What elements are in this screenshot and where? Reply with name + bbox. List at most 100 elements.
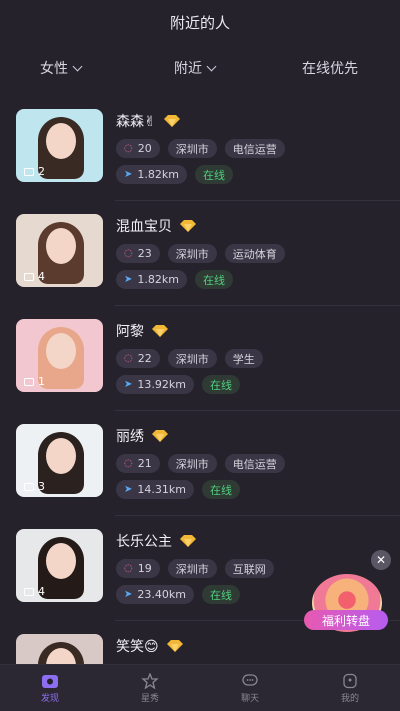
avatar-face	[46, 123, 76, 159]
user-name: 森森✌	[116, 114, 156, 130]
gender-filter[interactable]: 女性	[40, 58, 83, 78]
user-name: 长乐公主	[116, 534, 172, 550]
city-text: 深圳市	[175, 352, 209, 366]
message-count-badge: ◌ 23	[116, 244, 160, 263]
online-status-badge: 在线	[201, 480, 240, 499]
city-text: 深圳市	[175, 142, 209, 156]
avatar[interactable]: 3	[16, 424, 103, 497]
user-name: 丽绣	[116, 429, 144, 445]
user-row[interactable]: 2 森森✌ ◌ 20 深圳市 电信运营 ➤ 1.82km 在线	[0, 96, 400, 201]
chat-bubble-icon: ◌	[124, 353, 133, 364]
message-count: 22	[137, 352, 152, 365]
user-row[interactable]: 1 阿黎 ◌ 22 深圳市 学生 ➤ 13.92km 在线	[0, 306, 400, 411]
message-count-badge: ◌ 21	[116, 454, 160, 473]
chevron-down-icon	[72, 61, 83, 71]
avatar[interactable]: 2	[16, 109, 103, 182]
distance-text: 1.82km	[137, 168, 179, 181]
vip-diamond-icon	[180, 535, 196, 547]
distance-badge: ➤ 1.82km	[116, 165, 187, 184]
job-text: 电信运营	[232, 142, 277, 156]
photo-count: 3	[24, 480, 45, 493]
status-text: 在线	[202, 273, 225, 287]
image-icon	[24, 482, 34, 491]
avatar-face	[46, 438, 76, 474]
user-row[interactable]: 4 混血宝贝 ◌ 23 深圳市 运动体育 ➤ 1.82km 在线	[0, 201, 400, 306]
star-icon	[141, 672, 159, 689]
job-text: 学生	[232, 352, 255, 366]
gender-filter-label: 女性	[40, 61, 68, 77]
vip-diamond-icon	[166, 640, 183, 652]
tab-label: 聊天	[240, 693, 259, 704]
location-arrow-icon: ➤	[124, 274, 133, 285]
tab-label: 星秀	[140, 693, 159, 704]
distance-badge: ➤ 14.31km	[116, 480, 194, 499]
online-status-badge: 在线	[201, 375, 240, 394]
avatar[interactable]: 1	[16, 319, 103, 392]
city-tag: 深圳市	[167, 454, 217, 473]
city-tag: 深圳市	[167, 349, 217, 368]
job-tag: 电信运营	[224, 139, 285, 158]
vip-diamond-icon	[152, 325, 168, 337]
photo-count-value: 4	[38, 270, 45, 283]
user-name: 阿黎	[116, 324, 144, 340]
tab-mine[interactable]: 我的	[300, 665, 400, 711]
user-name: 笑笑😊	[116, 639, 159, 655]
tab-discover[interactable]: 发现	[0, 665, 100, 711]
message-count: 23	[137, 247, 152, 260]
image-icon	[24, 272, 34, 281]
bottom-tab-bar: 发现 星秀 聊天 我的	[0, 664, 400, 711]
message-count-badge: ◌ 19	[116, 559, 160, 578]
online-status-badge: 在线	[201, 585, 240, 604]
status-text: 在线	[202, 168, 225, 182]
photo-count: 4	[24, 585, 45, 598]
close-promo-button[interactable]: ✕	[371, 550, 391, 570]
avatar[interactable]: 4	[16, 214, 103, 287]
chat-bubble-icon: ◌	[124, 143, 133, 154]
location-arrow-icon: ➤	[124, 169, 133, 180]
message-count-badge: ◌ 20	[116, 139, 160, 158]
job-text: 电信运营	[232, 457, 277, 471]
city-tag: 深圳市	[167, 559, 217, 578]
avatar-face	[46, 543, 76, 579]
status-text: 在线	[209, 483, 232, 497]
city-text: 深圳市	[175, 247, 209, 261]
chat-bubble-icon: ◌	[124, 563, 133, 574]
job-tag: 运动体育	[224, 244, 285, 263]
avatar-face	[46, 228, 76, 264]
profile-icon	[343, 673, 357, 688]
user-row[interactable]: 3 丽绣 ◌ 21 深圳市 电信运营 ➤ 14.31km 在线	[0, 411, 400, 516]
job-tag: 互联网	[224, 559, 274, 578]
avatar-face	[46, 333, 76, 369]
photo-count-value: 1	[38, 375, 45, 388]
job-tag: 电信运营	[224, 454, 285, 473]
distance-text: 13.92km	[137, 378, 186, 391]
tab-label: 发现	[40, 693, 59, 704]
tab-label: 我的	[340, 693, 359, 704]
distance-badge: ➤ 13.92km	[116, 375, 194, 394]
distance-text: 23.40km	[137, 588, 186, 601]
close-icon: ✕	[375, 553, 387, 567]
city-tag: 深圳市	[167, 139, 217, 158]
promo-label: 福利转盘	[304, 610, 388, 630]
photo-count: 2	[24, 165, 45, 178]
sort-filter[interactable]: 在线优先	[302, 58, 358, 78]
page-title: 附近的人	[169, 13, 230, 32]
distance-badge: ➤ 1.82km	[116, 270, 187, 289]
location-arrow-icon: ➤	[124, 589, 133, 600]
distance-filter[interactable]: 附近	[174, 58, 217, 78]
vip-diamond-icon	[163, 115, 180, 127]
job-text: 运动体育	[232, 247, 277, 261]
tab-chat[interactable]: 聊天	[200, 665, 300, 711]
photo-count-value: 4	[38, 585, 45, 598]
city-text: 深圳市	[175, 457, 209, 471]
photo-count-value: 2	[38, 165, 45, 178]
chevron-down-icon	[206, 61, 217, 71]
lucky-wheel-promo[interactable]: 福利转盘	[304, 572, 388, 636]
city-text: 深圳市	[175, 562, 209, 576]
distance-badge: ➤ 23.40km	[116, 585, 194, 604]
online-status-badge: 在线	[194, 165, 233, 184]
tab-star-show[interactable]: 星秀	[100, 665, 200, 711]
sort-filter-label: 在线优先	[302, 61, 358, 77]
vip-diamond-icon	[180, 220, 196, 232]
avatar[interactable]: 4	[16, 529, 103, 602]
